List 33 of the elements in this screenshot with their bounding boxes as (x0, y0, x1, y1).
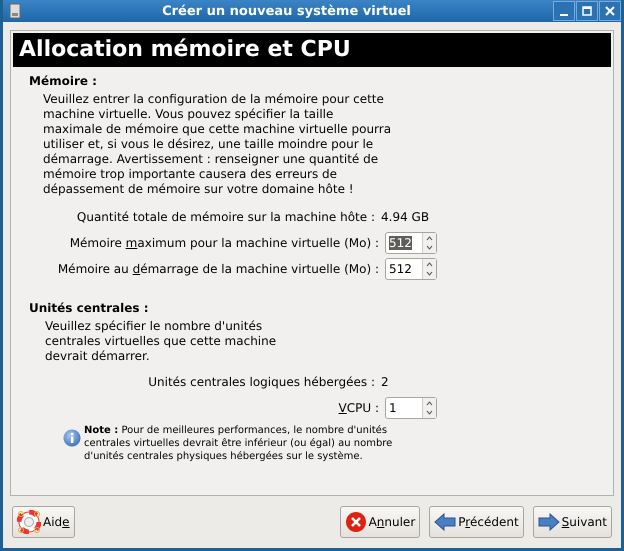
right-arrow-icon (538, 512, 560, 532)
section-description: Veuillez spécifier le nombre d'unités centrales virtuelles que cette machine devrait démarrer. (45, 319, 278, 364)
maximize-button[interactable] (576, 1, 598, 21)
minimize-icon (560, 14, 568, 16)
minimize-button[interactable] (553, 1, 575, 21)
spin-field[interactable]: 512 (385, 232, 437, 254)
field-label: Mémoire maximum pour la machine virtuelle (Mo) : (70, 236, 379, 250)
maximize-icon (582, 6, 592, 16)
field-label: VCPU : (338, 401, 379, 415)
field-label: Quantité totale de mémoire sur la machine hôte : (76, 210, 375, 224)
next-button[interactable]: Suivant (532, 506, 612, 538)
cancel-icon (344, 511, 367, 533)
value-text: 4.94 GB (381, 210, 430, 224)
page-header: Allocation mémoire et CPU (13, 33, 611, 67)
window-title: Créer un nouveau système virtuel (161, 4, 412, 18)
info-icon (63, 429, 81, 447)
close-icon (605, 6, 615, 16)
back-button[interactable]: Précédent (429, 506, 524, 538)
value-text: 2 (381, 375, 390, 389)
section-heading: Mémoire : (29, 74, 98, 88)
spin-field[interactable]: 512 (385, 258, 437, 280)
left-arrow-icon (434, 512, 456, 532)
field-label: Unités centrales logiques hébergées : (148, 375, 375, 389)
close-button[interactable] (599, 1, 621, 21)
computer-icon (9, 3, 21, 19)
note-text: Note : Pour de meilleures performances, le nombre d'unités centrales virtuelles devrait être inférieur (ou égal) au nombre d'unités centrales physiques hébergées sur le système. (84, 424, 394, 463)
field-label: Mémoire au démarrage de la machine virtuelle (Mo) : (58, 262, 379, 276)
help-button[interactable]: Aide (12, 506, 75, 538)
cancel-button[interactable]: Annuler (340, 506, 420, 538)
spin-field[interactable]: 1 (385, 397, 437, 419)
section-heading: Unités centrales : (29, 301, 150, 315)
lifebuoy-icon (17, 510, 41, 534)
section-description: Veuillez entrer la configuration de la mémoire pour cette machine virtuelle. Vous pouvez spécifier la taille maximale de mémoire que cette machine virtuelle pourra utiliser et, si vous le désirez, une taille moindre pour le démarrage. Avertissement : renseigner une quantité de mémoire trop importante causera des erreurs de dépassement de mémoire sur votre domaine hôte ! (43, 92, 392, 197)
